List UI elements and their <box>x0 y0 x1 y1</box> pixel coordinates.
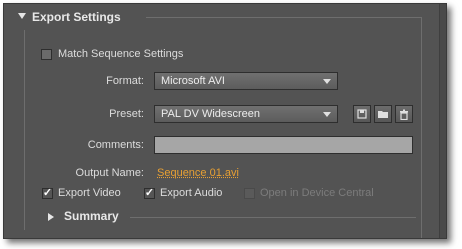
match-sequence-checkbox[interactable] <box>41 49 52 60</box>
export-settings-header[interactable]: Export Settings <box>4 4 446 30</box>
summary-title[interactable]: Summary <box>64 209 119 223</box>
collapse-triangle-icon[interactable] <box>48 213 54 221</box>
device-central-checkbox <box>244 188 255 199</box>
expand-triangle-icon[interactable] <box>18 13 26 19</box>
group-border-right <box>421 17 422 238</box>
trash-icon <box>400 109 408 120</box>
format-dropdown[interactable]: Microsoft AVI <box>154 72 338 90</box>
format-label: Format: <box>106 75 144 87</box>
chevron-down-icon <box>323 112 331 117</box>
delete-preset-button[interactable] <box>395 105 413 123</box>
summary-divider <box>130 217 416 218</box>
import-preset-icon <box>378 111 388 118</box>
match-sequence-label: Match Sequence Settings <box>58 48 184 60</box>
comments-label: Comments: <box>87 139 144 151</box>
preset-label: Preset: <box>109 108 144 120</box>
output-name-link[interactable]: Sequence 01.avi <box>157 167 239 179</box>
section-title: Export Settings <box>32 10 121 24</box>
panel-scroll-strip[interactable] <box>439 4 446 238</box>
import-preset-button[interactable] <box>374 105 392 123</box>
export-video-label: Export Video <box>58 187 121 199</box>
export-settings-panel: Export Settings Match Sequence Settings … <box>3 3 447 239</box>
chevron-down-icon <box>323 79 331 84</box>
export-video-checkbox[interactable]: ✓ <box>42 188 53 199</box>
save-preset-icon <box>357 109 367 119</box>
format-value: Microsoft AVI <box>161 75 225 87</box>
export-audio-label: Export Audio <box>160 187 223 199</box>
export-audio-checkbox[interactable]: ✓ <box>144 188 155 199</box>
device-central-label: Open in Device Central <box>260 187 374 199</box>
group-border-left <box>24 30 25 230</box>
comments-field[interactable] <box>154 136 413 154</box>
save-preset-button[interactable] <box>353 105 371 123</box>
preset-value: PAL DV Widescreen <box>161 108 261 120</box>
output-name-label: Output Name: <box>75 167 144 179</box>
preset-dropdown[interactable]: PAL DV Widescreen <box>154 105 338 123</box>
header-divider <box>146 17 422 18</box>
